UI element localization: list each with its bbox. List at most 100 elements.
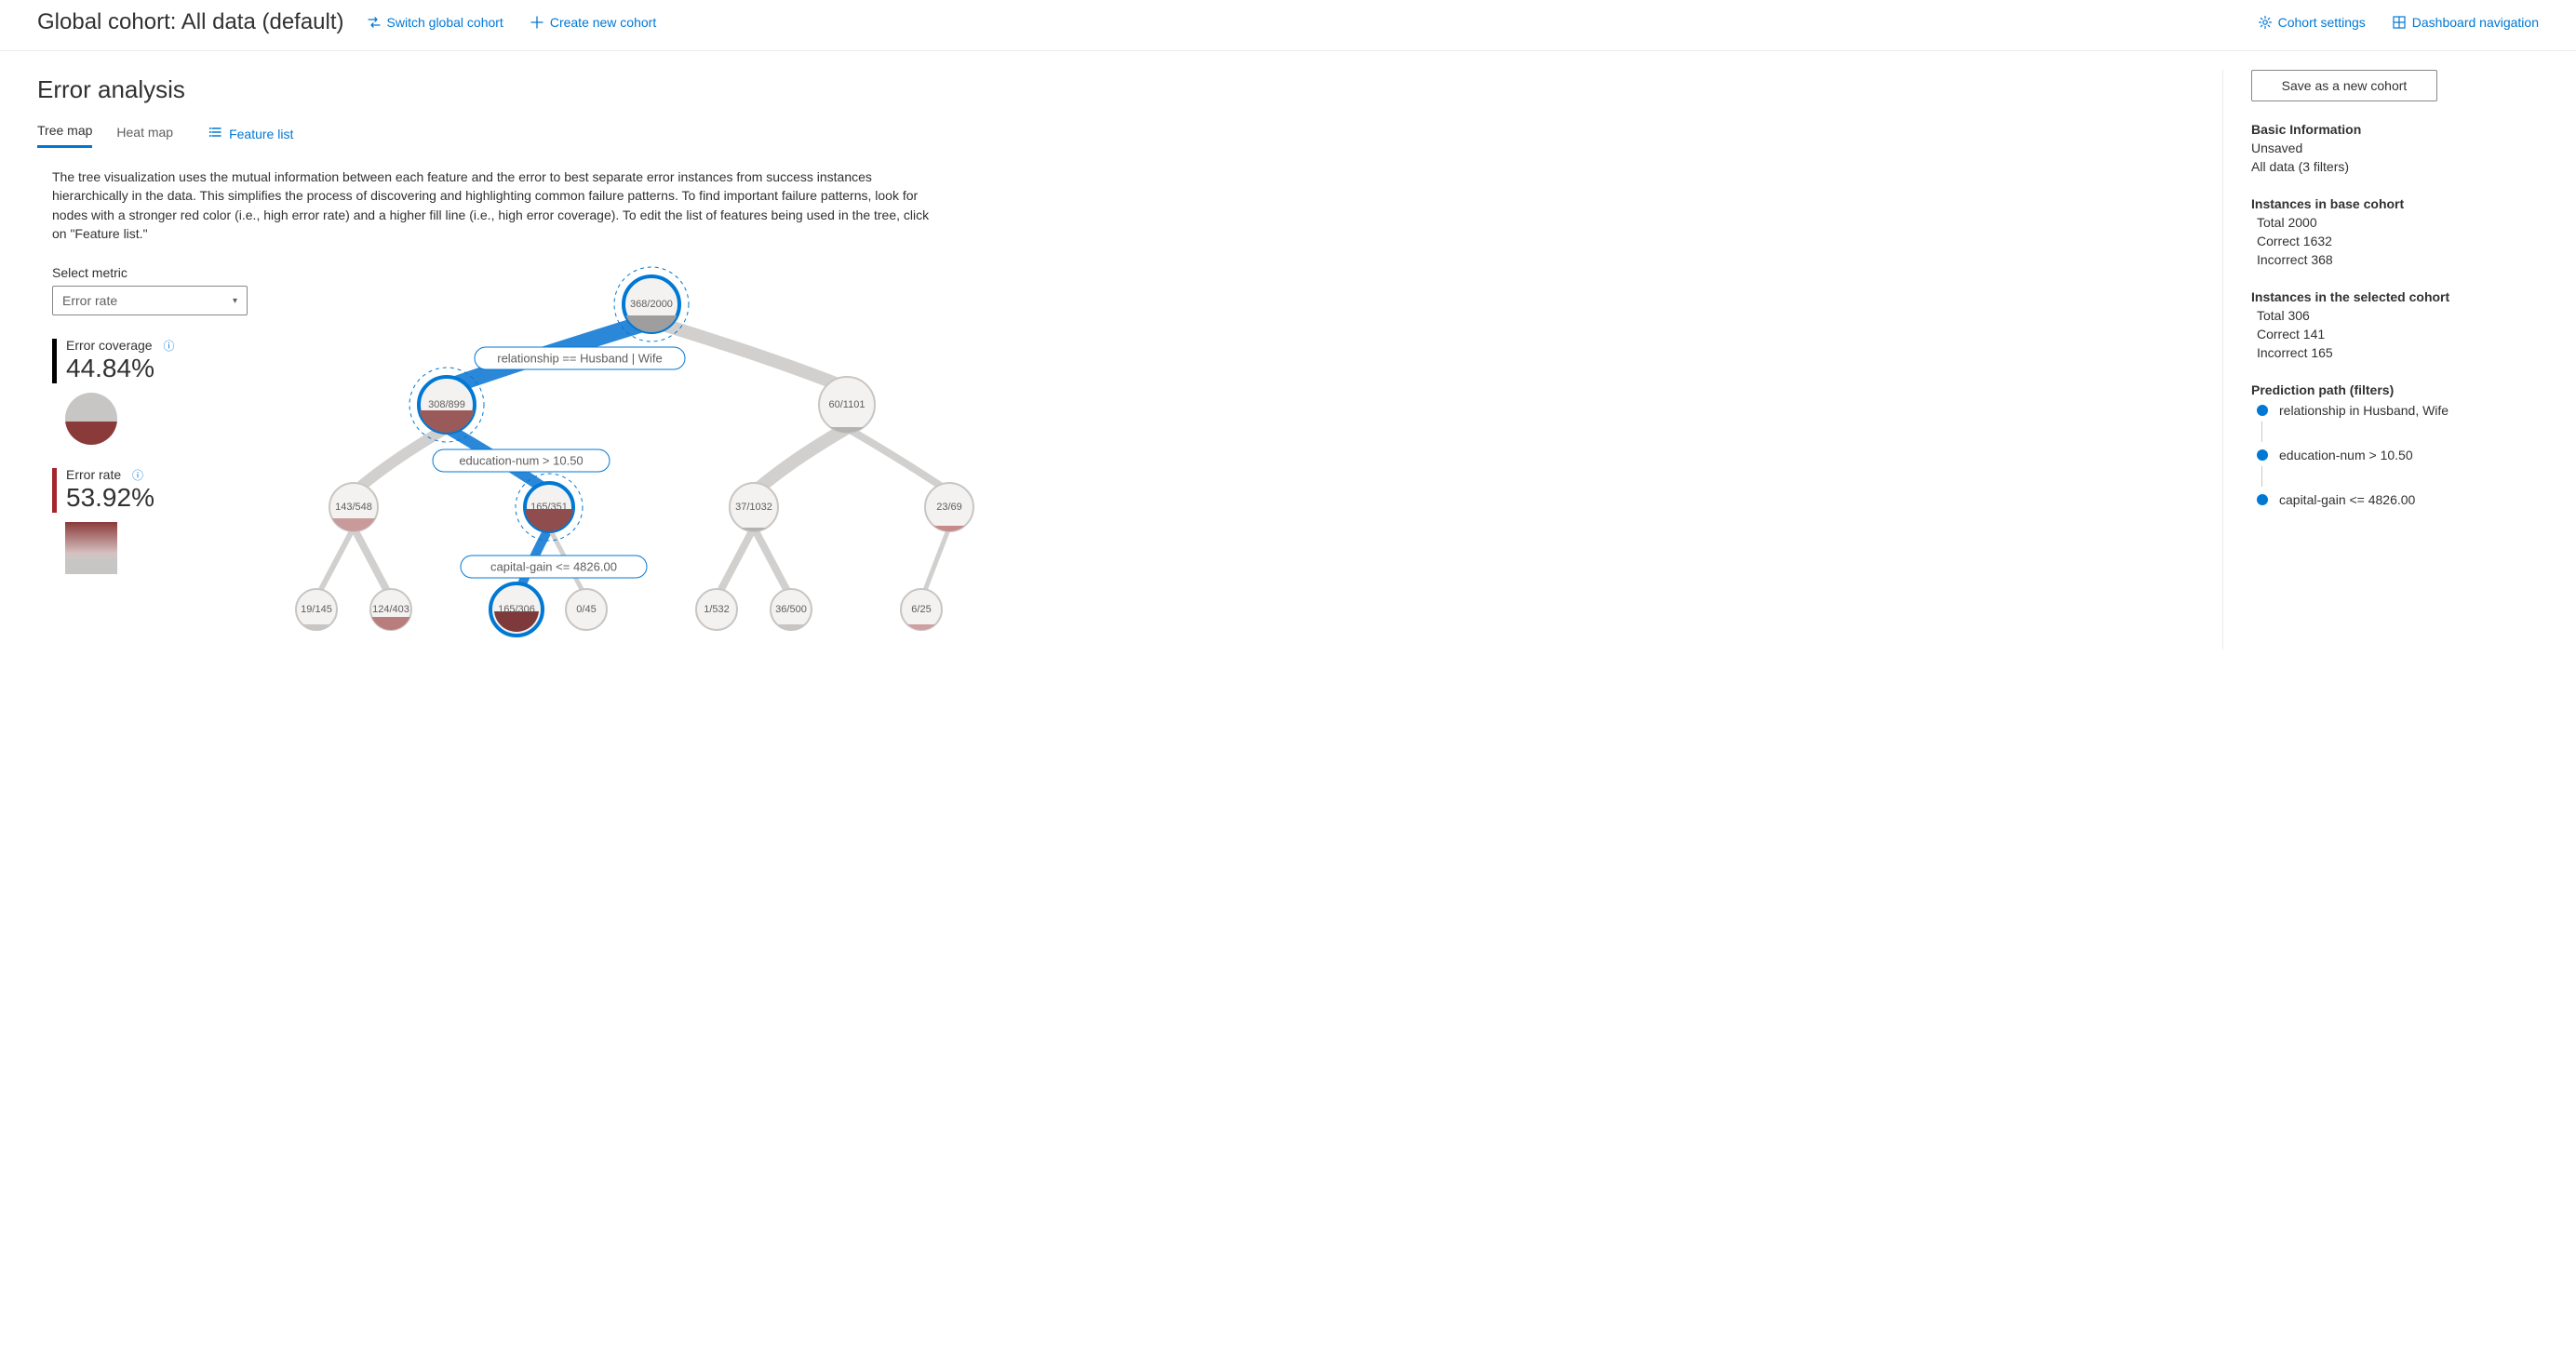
svg-text:capital-gain <= 4826.00: capital-gain <= 4826.00 [490, 560, 617, 574]
save-as-new-cohort-button[interactable]: Save as a new cohort [2251, 70, 2437, 101]
tree-node-l2d[interactable]: 23/69 [925, 483, 973, 531]
svg-text:60/1101: 60/1101 [829, 399, 865, 410]
base-correct: Correct 1632 [2257, 234, 2539, 248]
svg-text:124/403: 124/403 [372, 604, 409, 615]
svg-text:0/45: 0/45 [576, 604, 596, 615]
prediction-path-text: relationship in Husband, Wife [2279, 403, 2449, 418]
path-connector-icon [2261, 422, 2262, 442]
svg-text:education-num > 10.50: education-num > 10.50 [459, 454, 583, 468]
tree-node-l3f[interactable]: 36/500 [771, 589, 812, 630]
dashboard-navigation-label: Dashboard navigation [2412, 15, 2539, 30]
list-icon [208, 125, 223, 142]
error-rate-label: Error rate [66, 467, 121, 482]
rate-bar-icon [52, 468, 57, 513]
tree-node-l1a[interactable]: 308/899 [409, 368, 484, 442]
app-header: Global cohort: All data (default) Switch… [0, 0, 2576, 51]
svg-text:37/1032: 37/1032 [735, 502, 772, 513]
select-metric-value: Error rate [62, 293, 117, 308]
path-dot-icon [2257, 494, 2268, 505]
tree-rule-1: relationship == Husband | Wife [475, 347, 685, 369]
prediction-path-item: relationship in Husband, Wife [2251, 403, 2539, 418]
tab-tree-map[interactable]: Tree map [37, 119, 92, 148]
tree-node-l3c[interactable]: 165/306 [490, 583, 543, 636]
switch-global-cohort-label: Switch global cohort [387, 15, 503, 30]
prediction-path-item: education-num > 10.50 [2251, 448, 2539, 462]
base-total: Total 2000 [2257, 215, 2539, 230]
tree-node-l3d[interactable]: 0/45 [566, 589, 607, 630]
base-cohort-title: Instances in base cohort [2251, 196, 2539, 211]
tree-description: The tree visualization uses the mutual i… [52, 167, 946, 243]
info-icon[interactable]: ⓘ [163, 340, 174, 353]
prediction-path-text: capital-gain <= 4826.00 [2279, 492, 2415, 507]
tree-node-l3a[interactable]: 19/145 [296, 589, 337, 630]
tree-node-l3g[interactable]: 6/25 [901, 589, 942, 630]
path-dot-icon [2257, 405, 2268, 416]
svg-text:308/899: 308/899 [428, 399, 465, 410]
svg-text:19/145: 19/145 [301, 604, 332, 615]
gear-icon [2258, 15, 2273, 30]
dashboard-navigation-button[interactable]: Dashboard navigation [2392, 15, 2539, 30]
tree-node-l2b[interactable]: 165/351 [516, 474, 583, 541]
error-coverage-block: Error coverage ⓘ 44.84% [52, 338, 251, 445]
svg-text:143/548: 143/548 [335, 502, 372, 513]
selected-incorrect: Incorrect 165 [2257, 345, 2539, 360]
tree-node-l1b[interactable]: 60/1101 [819, 377, 875, 433]
switch-global-cohort-button[interactable]: Switch global cohort [367, 15, 503, 30]
svg-text:6/25: 6/25 [911, 604, 931, 615]
selected-total: Total 306 [2257, 308, 2539, 323]
side-panel: Save as a new cohort Basic Information U… [2222, 70, 2539, 650]
controls: Select metric Error rate ▾ Error coverag… [37, 265, 251, 650]
base-incorrect: Incorrect 368 [2257, 252, 2539, 267]
select-metric-label: Select metric [52, 265, 251, 280]
coverage-legend-icon [65, 393, 117, 445]
error-tree[interactable]: 368/2000 relationship == Husband | Wife … [251, 265, 2204, 650]
basic-info-title: Basic Information [2251, 122, 2539, 137]
error-rate-block: Error rate ⓘ 53.92% [52, 467, 251, 574]
selected-cohort-title: Instances in the selected cohort [2251, 289, 2539, 304]
create-new-cohort-button[interactable]: Create new cohort [530, 15, 656, 30]
basic-info-status: Unsaved [2251, 141, 2539, 155]
svg-text:relationship == Husband | Wife: relationship == Husband | Wife [497, 352, 663, 366]
cohort-settings-button[interactable]: Cohort settings [2258, 15, 2366, 30]
tree-node-l3e[interactable]: 1/532 [696, 589, 737, 630]
page-title: Error analysis [37, 75, 2204, 104]
cohort-settings-label: Cohort settings [2278, 15, 2366, 30]
tree-rule-3: capital-gain <= 4826.00 [461, 556, 647, 578]
rate-legend-icon [65, 522, 117, 574]
tree-node-l3b[interactable]: 124/403 [370, 589, 411, 630]
error-tree-svg: 368/2000 relationship == Husband | Wife … [251, 265, 1014, 647]
create-new-cohort-label: Create new cohort [550, 15, 656, 30]
content: Error analysis Tree map Heat map Feature… [37, 70, 2204, 650]
chevron-down-icon: ▾ [233, 296, 237, 306]
error-coverage-value: 44.84% [66, 354, 175, 383]
feature-list-label: Feature list [229, 127, 293, 141]
swap-icon [367, 15, 382, 30]
main-area: Error analysis Tree map Heat map Feature… [0, 51, 2576, 668]
coverage-bar-icon [52, 339, 57, 383]
svg-text:165/351: 165/351 [530, 502, 568, 513]
tree-node-l2c[interactable]: 37/1032 [730, 483, 778, 531]
svg-text:1/532: 1/532 [704, 604, 730, 615]
prediction-path-text: education-num > 10.50 [2279, 448, 2413, 462]
basic-info-cohort: All data (3 filters) [2251, 159, 2539, 174]
svg-text:368/2000: 368/2000 [630, 299, 673, 310]
path-connector-icon [2261, 466, 2262, 487]
error-rate-value: 53.92% [66, 483, 154, 513]
tree-rule-2: education-num > 10.50 [433, 449, 610, 472]
grid-icon [2392, 15, 2407, 30]
plus-icon [530, 15, 544, 30]
svg-text:36/500: 36/500 [775, 604, 807, 615]
tabs: Tree map Heat map Feature list [37, 119, 2204, 149]
svg-text:23/69: 23/69 [936, 502, 962, 513]
tree-node-l2a[interactable]: 143/548 [329, 483, 378, 531]
select-metric-dropdown[interactable]: Error rate ▾ [52, 286, 248, 315]
svg-text:165/306: 165/306 [498, 604, 535, 615]
feature-list-button[interactable]: Feature list [208, 125, 293, 142]
tab-heat-map[interactable]: Heat map [116, 121, 173, 147]
prediction-path-item: capital-gain <= 4826.00 [2251, 492, 2539, 507]
prediction-path-title: Prediction path (filters) [2251, 382, 2539, 397]
tree-row: Select metric Error rate ▾ Error coverag… [37, 265, 2204, 650]
path-dot-icon [2257, 449, 2268, 461]
header-right: Cohort settings Dashboard navigation [2232, 15, 2539, 30]
info-icon[interactable]: ⓘ [132, 469, 143, 482]
